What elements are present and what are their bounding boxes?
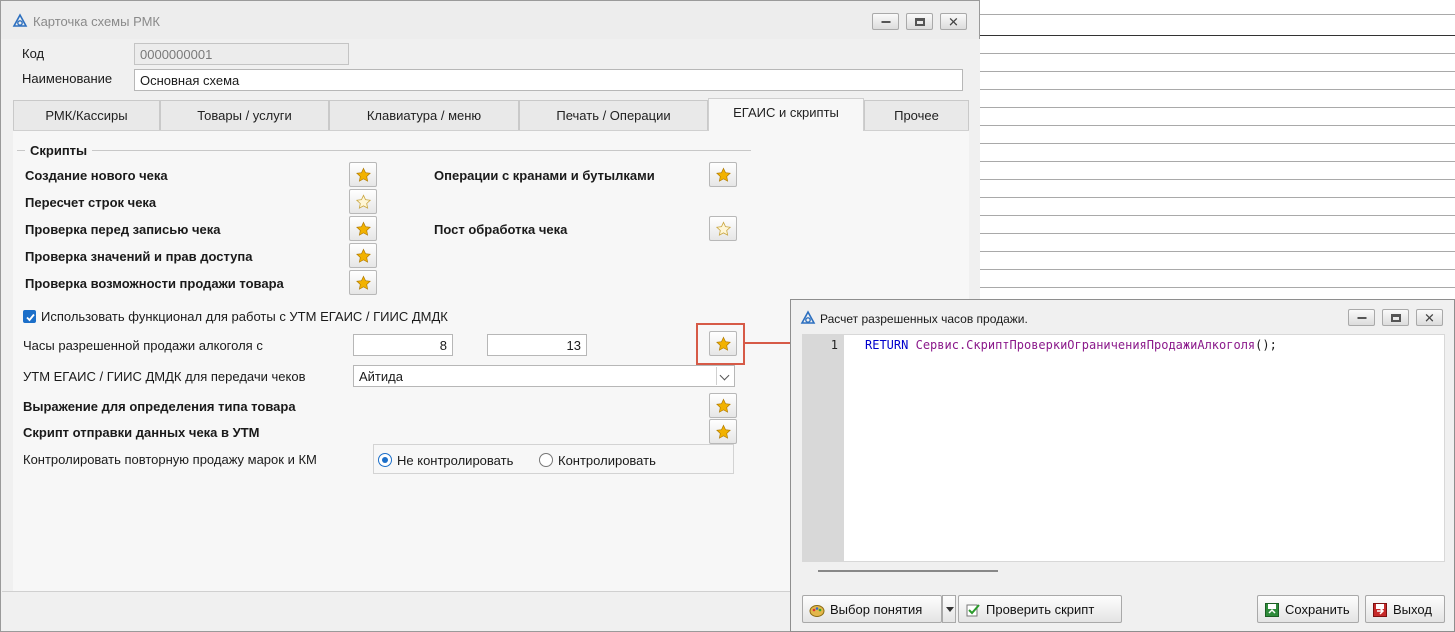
check-script-label: Проверить скрипт bbox=[986, 602, 1095, 617]
select-concept-button[interactable]: Выбор понятия bbox=[802, 595, 942, 623]
tab-egais-scripts[interactable]: ЕГАИС и скрипты bbox=[708, 98, 864, 131]
paint-palette-icon bbox=[809, 605, 825, 617]
close-icon: ✕ bbox=[1424, 310, 1435, 325]
star-filled-icon bbox=[716, 424, 731, 439]
star-empty-icon bbox=[715, 221, 732, 236]
send-script-button[interactable] bbox=[709, 419, 737, 444]
exit-icon bbox=[1373, 603, 1387, 617]
exit-button[interactable]: Выход bbox=[1365, 595, 1445, 623]
script-label-before-write: Проверка перед записью чека bbox=[25, 222, 221, 237]
code-function-call: Сервис.СкриптПроверкиОграниченияПродажиА… bbox=[915, 338, 1256, 352]
tab-print-operations[interactable]: Печать / Операции bbox=[519, 100, 708, 130]
star-filled-icon bbox=[716, 167, 731, 182]
tab-strip: РМК/Кассиры Товары / услуги Клавиатура /… bbox=[13, 98, 969, 131]
script-label-recalc-lines: Пересчет строк чека bbox=[25, 195, 157, 210]
star-filled-icon bbox=[356, 221, 371, 236]
close-button[interactable]: ✕ bbox=[940, 13, 967, 30]
check-script-icon bbox=[966, 604, 980, 617]
name-field[interactable]: Основная схема bbox=[134, 69, 963, 91]
code-keyword: RETURN bbox=[865, 338, 909, 352]
chevron-down-icon[interactable] bbox=[716, 367, 733, 385]
script-button-before-write[interactable] bbox=[349, 216, 377, 241]
dialog-maximize-button[interactable] bbox=[1382, 309, 1409, 326]
exit-label: Выход bbox=[1393, 602, 1432, 617]
alcohol-hours-from-field[interactable]: 8 bbox=[353, 334, 453, 356]
tab-rmk-cashiers[interactable]: РМК/Кассиры bbox=[13, 100, 160, 130]
utm-label: УТМ ЕГАИС / ГИИС ДМДК для передачи чеков bbox=[23, 369, 306, 384]
script-button-sale-possibility[interactable] bbox=[349, 270, 377, 295]
save-label: Сохранить bbox=[1285, 602, 1350, 617]
script-editor-dialog: Расчет разрешенных часов продажи. ✕ 1 RE… bbox=[790, 299, 1455, 632]
code-tail: (); bbox=[1255, 338, 1277, 352]
expression-label: Выражение для определения типа товара bbox=[23, 399, 296, 414]
alcohol-hours-label: Часы разрешенной продажи алкоголя с bbox=[23, 338, 263, 353]
app-logo-icon bbox=[800, 310, 816, 324]
utm-select[interactable]: Айтида bbox=[353, 365, 735, 387]
save-button[interactable]: Сохранить bbox=[1257, 595, 1359, 623]
tab-other[interactable]: Прочее bbox=[864, 100, 969, 130]
code-line: RETURN Сервис.СкриптПроверкиОграниченияП… bbox=[865, 338, 1277, 352]
script-label-new-receipt: Создание нового чека bbox=[25, 168, 168, 183]
code-field[interactable]: 0000000001 bbox=[134, 43, 349, 65]
control-resale-label: Контролировать повторную продажу марок и… bbox=[23, 452, 317, 467]
dialog-title: Расчет разрешенных часов продажи. bbox=[820, 312, 1028, 326]
minimize-button[interactable] bbox=[872, 13, 899, 30]
script-button-post-processing[interactable] bbox=[709, 216, 737, 241]
radio-no-control[interactable] bbox=[378, 453, 392, 467]
highlight-frame bbox=[696, 323, 745, 365]
check-script-button[interactable]: Проверить скрипт bbox=[958, 595, 1122, 623]
star-filled-icon bbox=[716, 398, 731, 413]
script-label-access-check: Проверка значений и прав доступа bbox=[25, 249, 253, 264]
control-resale-radiogroup: Не контролировать Контролировать bbox=[373, 444, 734, 474]
close-icon: ✕ bbox=[948, 14, 959, 29]
dialog-close-button[interactable]: ✕ bbox=[1416, 309, 1443, 326]
tab-goods-services[interactable]: Товары / услуги bbox=[160, 100, 329, 130]
line-number: 1 bbox=[830, 338, 838, 352]
star-empty-icon bbox=[355, 194, 372, 209]
send-script-label: Скрипт отправки данных чека в УТМ bbox=[23, 425, 260, 440]
minimize-icon bbox=[881, 20, 890, 23]
name-label: Наименование bbox=[22, 71, 113, 86]
script-label-sale-possibility: Проверка возможности продажи товара bbox=[25, 276, 284, 291]
maximize-icon bbox=[1390, 313, 1401, 322]
window-title: Карточка схемы РМК bbox=[33, 14, 160, 29]
utm-select-value: Айтида bbox=[359, 369, 403, 384]
dialog-titlebar[interactable]: Расчет разрешенных часов продажи. ✕ bbox=[791, 300, 1454, 336]
code-editor[interactable]: 1 RETURN Сервис.СкриптПроверкиОграничени… bbox=[802, 334, 1445, 562]
script-label-taps-bottles: Операции с кранами и бутылками bbox=[434, 168, 655, 183]
select-concept-label: Выбор понятия bbox=[830, 602, 923, 617]
maximize-icon bbox=[914, 17, 925, 26]
alcohol-hours-to-field[interactable]: 13 bbox=[487, 334, 587, 356]
scripts-group-divider bbox=[17, 150, 751, 151]
script-label-post-processing: Пост обработка чека bbox=[434, 222, 568, 237]
tab-keyboard-menu[interactable]: Клавиатура / меню bbox=[329, 100, 519, 130]
script-button-recalc-lines[interactable] bbox=[349, 189, 377, 214]
radio-no-control-label: Не контролировать bbox=[397, 453, 514, 468]
use-egais-checkbox[interactable] bbox=[23, 310, 36, 323]
dialog-minimize-button[interactable] bbox=[1348, 309, 1375, 326]
maximize-button[interactable] bbox=[906, 13, 933, 30]
scripts-group-title: Скрипты bbox=[25, 143, 93, 158]
save-icon bbox=[1265, 603, 1279, 617]
line-number-gutter: 1 bbox=[803, 335, 844, 561]
star-filled-icon bbox=[356, 248, 371, 263]
select-concept-dropdown[interactable] bbox=[942, 595, 956, 623]
star-filled-icon bbox=[356, 167, 371, 182]
expression-script-button[interactable] bbox=[709, 393, 737, 418]
script-button-taps-bottles[interactable] bbox=[709, 162, 737, 187]
script-button-access-check[interactable] bbox=[349, 243, 377, 268]
horizontal-scrollbar[interactable] bbox=[818, 570, 998, 572]
star-filled-icon bbox=[356, 275, 371, 290]
checkmark-icon bbox=[26, 313, 35, 322]
app-logo-icon bbox=[12, 13, 28, 27]
radio-control[interactable] bbox=[539, 453, 553, 467]
minimize-icon bbox=[1357, 316, 1366, 319]
radio-control-label: Контролировать bbox=[558, 453, 656, 468]
code-label: Код bbox=[22, 46, 45, 61]
window-titlebar[interactable]: Карточка схемы РМК ✕ bbox=[1, 1, 979, 39]
script-button-new-receipt[interactable] bbox=[349, 162, 377, 187]
use-egais-label: Использовать функционал для работы с УТМ… bbox=[41, 309, 448, 324]
